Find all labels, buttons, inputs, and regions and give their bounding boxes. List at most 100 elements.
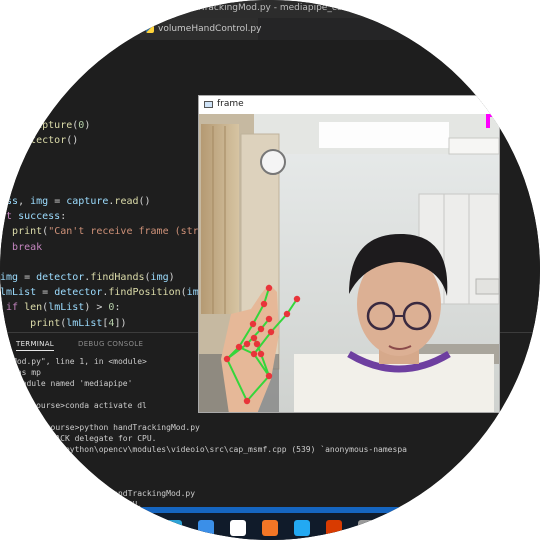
vscode-icon[interactable] xyxy=(294,520,310,536)
code-token: print xyxy=(30,317,61,329)
code-token: ]) xyxy=(114,317,127,329)
tab-label: volumeHandControl.py xyxy=(158,24,262,34)
edge-icon[interactable] xyxy=(166,520,182,536)
code-token: , xyxy=(18,196,31,207)
code-token: ) xyxy=(168,272,175,283)
code-token: : xyxy=(0,165,7,177)
landmark-point xyxy=(250,334,258,342)
code-token: success xyxy=(18,211,61,223)
code-token: img xyxy=(150,272,169,283)
code-line[interactable]: if len(lmList) > 0: xyxy=(0,300,120,315)
code-token: = xyxy=(48,196,67,207)
window-app-icon xyxy=(204,101,213,108)
landmark-point xyxy=(293,295,301,303)
code-token: : xyxy=(60,211,67,223)
landmark-point xyxy=(235,343,243,351)
landmark-point xyxy=(260,300,268,308)
landmark-point xyxy=(243,397,251,405)
landmark-point xyxy=(265,284,273,292)
python-file-icon xyxy=(146,25,154,33)
landmark-point xyxy=(265,372,273,380)
vscode-title-bar: ...andTrackingMod.py - mediapipe_course … xyxy=(0,0,540,18)
pink-marker xyxy=(486,114,499,117)
code-line[interactable]: andDetector() xyxy=(0,133,78,148)
microwave xyxy=(475,278,499,295)
tab-volumehandcontrol[interactable]: volumeHandControl.py xyxy=(140,18,262,40)
code-token: VideoCapture xyxy=(0,120,73,131)
landmark-point xyxy=(250,350,258,358)
landmark-point xyxy=(243,340,251,348)
code-token: img xyxy=(0,272,19,283)
terminal-line: Mod.py", line 1, in <module> xyxy=(12,357,147,366)
code-line[interactable]: img = detector.findHands(img) xyxy=(0,270,175,285)
window-title: ...andTrackingMod.py - mediapipe_course … xyxy=(175,3,456,13)
code-token: lmList xyxy=(0,287,37,299)
wall-clock xyxy=(260,149,286,175)
tab-debug-console[interactable]: DEBUG CONSOLE xyxy=(78,340,143,348)
terminal-line: opencv-python\opencv\modules\videoio\src… xyxy=(12,445,407,454)
code-token: () xyxy=(66,135,79,147)
landmark-point xyxy=(283,310,291,318)
code-token: findHands xyxy=(90,272,145,283)
code-token: break xyxy=(12,241,43,253)
code-line[interactable]: print(lmList[4]) xyxy=(0,316,126,331)
webcam-feed xyxy=(199,114,499,412)
code-token: lmList xyxy=(48,302,85,314)
landmark-point xyxy=(249,320,257,328)
landmark-point xyxy=(223,355,231,363)
landmark-point xyxy=(267,328,275,336)
code-line[interactable]: ess, img = capture.read() xyxy=(0,194,151,209)
code-token: findPosition xyxy=(108,287,181,299)
landmark-point xyxy=(253,340,261,348)
frame-title-bar[interactable]: frame xyxy=(199,96,499,114)
tab-terminal[interactable]: TERMINAL xyxy=(16,340,54,351)
jupyter-icon[interactable] xyxy=(262,520,278,536)
terminal-line: pipe_course>python handTrackingMod.py xyxy=(12,423,200,432)
terminal-line: as mp xyxy=(12,368,41,377)
office-icon[interactable] xyxy=(326,520,342,536)
terminal-line: XNNPACK delegate for CPU. xyxy=(12,434,157,443)
window-light xyxy=(319,122,449,148)
code-line[interactable]: : xyxy=(0,164,6,179)
terminal-line: ipe_course>conda activate dl xyxy=(12,401,147,410)
code-line[interactable]: VideoCapture(0) xyxy=(0,118,90,133)
code-line[interactable]: break xyxy=(0,240,42,255)
code-token: if xyxy=(0,302,25,314)
code-token: = xyxy=(36,287,55,299)
landmark-point xyxy=(257,350,265,358)
code-token: print xyxy=(12,226,43,238)
windows-taskbar xyxy=(0,507,540,540)
code-token: capture xyxy=(66,196,109,207)
code-token: ess xyxy=(0,196,19,207)
code-token: () xyxy=(138,196,151,207)
code-line[interactable]: ot success: xyxy=(0,209,66,224)
code-token: ot xyxy=(0,211,19,223)
screenshot-circle: ...andTrackingMod.py - mediapipe_course … xyxy=(0,0,540,540)
landmark-point xyxy=(265,315,273,323)
code-token: andDetector xyxy=(0,135,67,147)
code-token: detector xyxy=(54,287,103,299)
terminal-line: urse>python handTrackingMod.py xyxy=(12,489,196,498)
taskbar-accent-strip xyxy=(0,507,540,513)
frame-window-title: frame xyxy=(217,99,244,109)
code-token: = xyxy=(18,272,37,283)
code-token: len xyxy=(24,302,43,314)
code-token: ) > xyxy=(84,302,109,314)
curtain xyxy=(201,124,239,314)
editor-tab-bar: volumeHandControl.py xyxy=(0,18,540,40)
git-icon[interactable] xyxy=(230,520,246,536)
store-icon[interactable] xyxy=(198,520,214,536)
app-icon[interactable] xyxy=(358,520,374,536)
code-token: lmList xyxy=(66,317,103,329)
code-token: read xyxy=(114,196,139,207)
code-token: detector xyxy=(36,272,85,283)
landmark-point xyxy=(257,325,265,333)
terminal-line: module named 'mediapipe' xyxy=(12,379,133,388)
frame-window[interactable]: frame xyxy=(198,95,500,413)
air-conditioner xyxy=(448,137,499,155)
code-token: : xyxy=(114,302,121,314)
code-token: ) xyxy=(84,120,91,131)
